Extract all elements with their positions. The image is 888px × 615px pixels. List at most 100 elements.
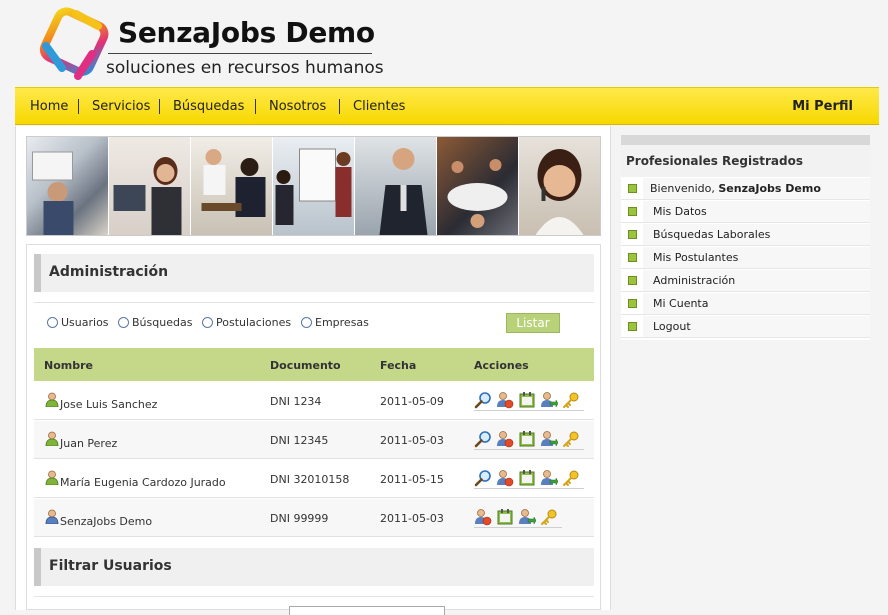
sidebar-item-label[interactable]: Mis Datos bbox=[653, 205, 707, 218]
bullet-icon bbox=[628, 207, 637, 216]
radio-empresas[interactable]: Empresas bbox=[301, 316, 369, 329]
radio-busquedas[interactable]: Búsquedas bbox=[118, 316, 192, 329]
nav-servicios[interactable]: Servicios bbox=[92, 99, 150, 114]
row-date: 2011-05-03 bbox=[380, 512, 444, 525]
sidebar-item-label[interactable]: Administración bbox=[653, 274, 735, 287]
row-actions bbox=[474, 429, 584, 450]
view-icon[interactable] bbox=[474, 391, 492, 409]
table-header: Nombre Documento Fecha Acciones bbox=[34, 348, 594, 381]
key-icon[interactable] bbox=[562, 391, 580, 409]
radio-usuarios[interactable]: Usuarios bbox=[47, 316, 109, 329]
nav-nosotros[interactable]: Nosotros bbox=[269, 99, 326, 114]
admin-section-title: Administración bbox=[49, 264, 169, 280]
radio-circle-icon[interactable] bbox=[118, 317, 129, 328]
user-arrow-icon[interactable] bbox=[540, 391, 558, 409]
radio-label: Usuarios bbox=[61, 316, 109, 329]
banner-photo bbox=[109, 137, 191, 235]
divider bbox=[34, 596, 594, 597]
sidebar-top-bar bbox=[621, 135, 870, 145]
nav-clientes[interactable]: Clientes bbox=[353, 99, 405, 114]
user-arrow-icon[interactable] bbox=[540, 430, 558, 448]
banner-photo bbox=[273, 137, 355, 235]
sidebar-item-busquedas-laborales[interactable]: Búsquedas Laborales bbox=[621, 224, 870, 246]
radio-circle-icon[interactable] bbox=[47, 317, 58, 328]
row-date: 2011-05-09 bbox=[380, 395, 444, 408]
radio-label: Búsquedas bbox=[132, 316, 193, 329]
calendar-icon[interactable] bbox=[518, 430, 536, 448]
filter-users-header: Filtrar Usuarios bbox=[34, 548, 594, 586]
key-icon[interactable] bbox=[562, 430, 580, 448]
user-arrow-icon[interactable] bbox=[518, 508, 536, 526]
key-icon[interactable] bbox=[562, 469, 580, 487]
sidebar-item-label[interactable]: Mi Cuenta bbox=[653, 297, 709, 310]
banner-photo bbox=[519, 137, 600, 235]
key-icon[interactable] bbox=[540, 508, 558, 526]
column-header-fecha[interactable]: Fecha bbox=[380, 359, 416, 372]
radio-postulaciones[interactable]: Postulaciones bbox=[202, 316, 291, 329]
welcome-user-name: SenzaJobs Demo bbox=[718, 182, 821, 195]
brand-title: SenzaJobs Demo bbox=[118, 16, 375, 49]
welcome-text: Bienvenido, SenzaJobs Demo bbox=[650, 182, 821, 195]
filter-users-title: Filtrar Usuarios bbox=[49, 558, 172, 574]
welcome-prefix: Bienvenido, bbox=[650, 182, 719, 195]
user-icon bbox=[45, 392, 59, 407]
nav-separator bbox=[78, 99, 79, 114]
sidebar-header: Profesionales Registrados bbox=[621, 145, 870, 177]
banner-photo bbox=[27, 137, 109, 235]
user-edit-icon[interactable] bbox=[496, 391, 514, 409]
radio-label: Postulaciones bbox=[216, 316, 292, 329]
nav-mi-perfil[interactable]: Mi Perfil bbox=[792, 99, 853, 114]
nav-home[interactable]: Home bbox=[30, 99, 68, 114]
row-document: DNI 32010158 bbox=[270, 473, 350, 486]
radio-circle-icon[interactable] bbox=[301, 317, 312, 328]
brand-subtitle: soluciones en recursos humanos bbox=[106, 58, 384, 78]
sidebar-item-logout[interactable]: Logout bbox=[621, 316, 870, 338]
bullet-icon bbox=[628, 276, 637, 285]
row-name: María Eugenia Cardozo Jurado bbox=[60, 476, 226, 489]
table-row: SenzaJobs Demo DNI 99999 2011-05-03 bbox=[34, 499, 594, 537]
banner-photo bbox=[355, 137, 437, 235]
filter-input[interactable] bbox=[289, 606, 445, 615]
user-icon bbox=[45, 470, 59, 485]
column-header-nombre[interactable]: Nombre bbox=[44, 359, 93, 372]
listar-button[interactable]: Listar bbox=[506, 313, 560, 333]
row-name: Juan Perez bbox=[60, 437, 118, 450]
calendar-icon[interactable] bbox=[518, 469, 536, 487]
sidebar-item-label[interactable]: Logout bbox=[653, 320, 691, 333]
brand-divider bbox=[108, 53, 372, 54]
nav-busquedas[interactable]: Búsquedas bbox=[173, 99, 244, 114]
user-edit-icon[interactable] bbox=[496, 430, 514, 448]
sidebar-item-mi-cuenta[interactable]: Mi Cuenta bbox=[621, 293, 870, 315]
row-date: 2011-05-15 bbox=[380, 473, 444, 486]
sidebar-welcome: Bienvenido, SenzaJobs Demo bbox=[621, 178, 870, 200]
sidebar-item-administracion[interactable]: Administración bbox=[621, 270, 870, 292]
view-icon[interactable] bbox=[474, 469, 492, 487]
nav-separator bbox=[255, 99, 256, 114]
banner-photo bbox=[437, 137, 519, 235]
bullet-icon bbox=[628, 322, 637, 331]
radio-circle-icon[interactable] bbox=[202, 317, 213, 328]
column-header-documento[interactable]: Documento bbox=[270, 359, 341, 372]
user-edit-icon[interactable] bbox=[474, 508, 492, 526]
user-edit-icon[interactable] bbox=[496, 469, 514, 487]
banner-photo-strip bbox=[26, 136, 601, 236]
row-document: DNI 1234 bbox=[270, 395, 322, 408]
table-row: Jose Luis Sanchez DNI 1234 2011-05-09 bbox=[34, 382, 594, 420]
nav-separator bbox=[159, 99, 160, 114]
bullet-icon bbox=[628, 230, 637, 239]
row-date: 2011-05-03 bbox=[380, 434, 444, 447]
main-navbar: Home Servicios Búsquedas Nosotros Client… bbox=[15, 87, 879, 125]
calendar-icon[interactable] bbox=[496, 508, 514, 526]
sidebar-item-label[interactable]: Búsquedas Laborales bbox=[653, 228, 770, 241]
calendar-icon[interactable] bbox=[518, 391, 536, 409]
user-arrow-icon[interactable] bbox=[540, 469, 558, 487]
sidebar-item-label[interactable]: Mis Postulantes bbox=[653, 251, 738, 264]
sidebar-title: Profesionales Registrados bbox=[626, 154, 803, 168]
banner-photo bbox=[191, 137, 273, 235]
row-actions bbox=[474, 468, 584, 489]
sidebar-item-mis-datos[interactable]: Mis Datos bbox=[621, 201, 870, 223]
view-icon[interactable] bbox=[474, 430, 492, 448]
nav-separator bbox=[339, 99, 340, 114]
table-row: Juan Perez DNI 12345 2011-05-03 bbox=[34, 421, 594, 459]
sidebar-item-mis-postulantes[interactable]: Mis Postulantes bbox=[621, 247, 870, 269]
